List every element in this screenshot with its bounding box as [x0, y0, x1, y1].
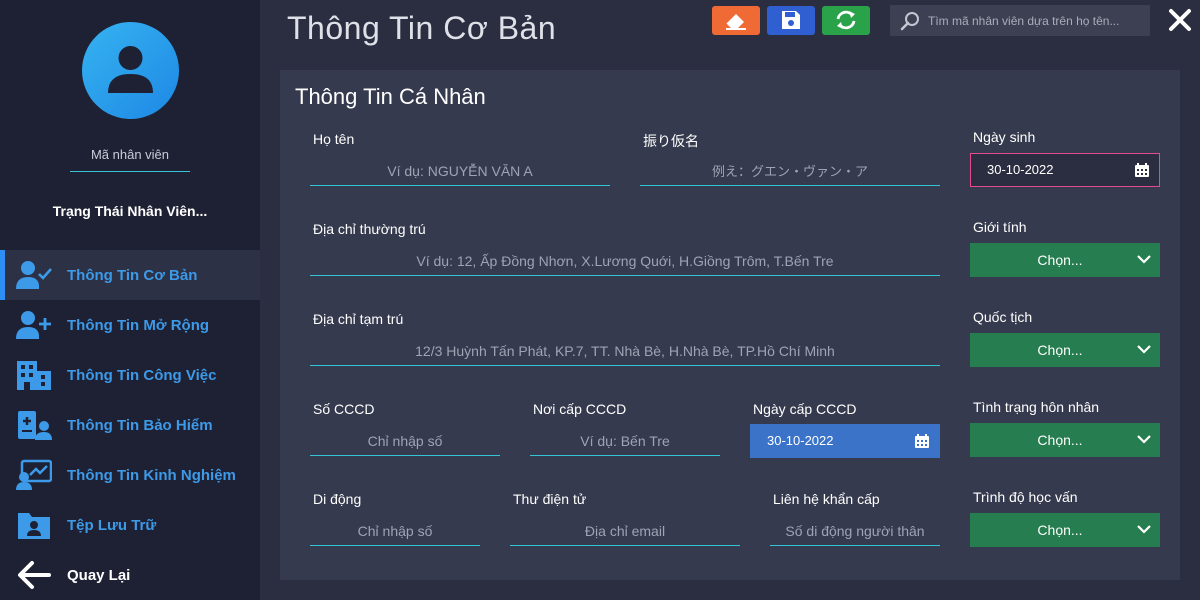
refresh-button[interactable]	[822, 6, 870, 35]
sidebar-item-file-storage[interactable]: Tệp Lưu Trữ	[0, 500, 260, 550]
education-value: Chọn...	[1037, 522, 1083, 538]
id-number-input[interactable]	[310, 427, 500, 456]
furigana-label: 振り仮名	[643, 133, 699, 149]
marital-status-label: Tình trạng hôn nhân	[973, 399, 1100, 415]
sidebar-item-label: Quay Lại	[67, 566, 131, 584]
birth-date-value: 30-10-2022	[987, 162, 1054, 177]
user-plus-icon	[16, 311, 51, 339]
clear-button[interactable]	[712, 6, 760, 35]
close-icon	[1169, 9, 1191, 31]
gender-select[interactable]: Chọn...	[970, 243, 1160, 277]
folder-user-icon	[18, 513, 50, 539]
marital-status-select[interactable]: Chọn...	[970, 423, 1160, 457]
section-title: Thông Tin Cá Nhân	[295, 84, 486, 109]
id-place-input[interactable]	[530, 427, 720, 456]
sidebar-item-experience-info[interactable]: Thông Tin Kinh Nghiệm	[0, 450, 260, 500]
sidebar-item-basic-info[interactable]: Thông Tin Cơ Bản	[0, 250, 260, 300]
building-icon	[17, 361, 51, 390]
insurance-icon	[18, 411, 52, 440]
gender-label: Giới tính	[973, 219, 1027, 235]
eraser-icon	[726, 14, 746, 30]
employee-status: Trạng Thái Nhân Viên...	[52, 203, 208, 219]
mobile-label: Di động	[313, 491, 362, 507]
mobile-input[interactable]	[310, 517, 480, 546]
refresh-icon	[836, 10, 856, 30]
id-date-value: 30-10-2022	[767, 433, 834, 448]
id-place-label: Nơi cấp CCCD	[533, 401, 627, 417]
calendar-icon[interactable]	[1134, 162, 1150, 178]
avatar[interactable]	[82, 22, 179, 119]
permanent-address-label: Địa chỉ thường trú	[313, 221, 426, 237]
sidebar-item-job-info[interactable]: Thông Tin Công Việc	[0, 350, 260, 400]
sidebar: Mã nhân viên Trạng Thái Nhân Viên... Thô…	[0, 0, 260, 600]
sidebar-item-label: Thông Tin Cơ Bản	[67, 266, 198, 284]
user-check-icon	[16, 261, 52, 289]
id-date-label: Ngày cấp CCCD	[753, 401, 857, 417]
nationality-select[interactable]: Chọn...	[970, 333, 1160, 367]
education-select[interactable]: Chọn...	[970, 513, 1160, 547]
sidebar-item-label: Thông Tin Bảo Hiểm	[67, 416, 213, 434]
marital-status-value: Chọn...	[1037, 432, 1083, 448]
id-number-label: Số CCCD	[313, 401, 375, 417]
furigana-input[interactable]	[640, 157, 940, 186]
floppy-disk-icon	[782, 11, 800, 29]
close-button[interactable]	[1167, 7, 1193, 33]
sidebar-item-label: Thông Tin Mở Rộng	[67, 316, 210, 334]
gender-value: Chọn...	[1037, 252, 1083, 268]
nationality-label: Quốc tịch	[973, 309, 1033, 325]
id-date-picker[interactable]: 30-10-2022	[750, 424, 940, 458]
permanent-address-input[interactable]	[310, 247, 940, 276]
birth-date-label: Ngày sinh	[973, 129, 1036, 145]
search-box	[890, 5, 1150, 36]
sidebar-item-extended-info[interactable]: Thông Tin Mở Rộng	[0, 300, 260, 350]
arrow-left-icon	[18, 561, 51, 589]
emergency-contact-input[interactable]	[770, 517, 940, 546]
chevron-down-icon	[1137, 345, 1151, 354]
employee-id-field[interactable]: Mã nhân viên	[70, 147, 190, 172]
search-input[interactable]	[928, 5, 1146, 36]
chevron-down-icon	[1137, 255, 1151, 264]
email-input[interactable]	[510, 517, 740, 546]
temporary-address-input[interactable]	[310, 337, 940, 366]
full-name-input[interactable]	[310, 157, 610, 186]
education-label: Trình độ học vấn	[973, 489, 1078, 505]
back-button[interactable]: Quay Lại	[0, 550, 260, 600]
chevron-down-icon	[1137, 525, 1151, 534]
calendar-icon[interactable]	[914, 433, 930, 449]
user-icon	[108, 46, 153, 93]
temporary-address-label: Địa chỉ tạm trú	[313, 311, 404, 327]
chart-user-icon	[16, 459, 52, 490]
email-label: Thư điện tử	[513, 491, 587, 507]
birth-date-picker[interactable]: 30-10-2022	[970, 153, 1160, 187]
personal-info-panel: Thông Tin Cá Nhân Họ tên 振り仮名 Địa chỉ th…	[280, 70, 1180, 580]
sidebar-item-label: Thông Tin Kinh Nghiệm	[67, 466, 236, 484]
chevron-down-icon	[1137, 435, 1151, 444]
sidebar-nav: Thông Tin Cơ Bản Thông Tin Mở Rộng Thông…	[0, 250, 260, 600]
sidebar-item-insurance-info[interactable]: Thông Tin Bảo Hiểm	[0, 400, 260, 450]
nationality-value: Chọn...	[1037, 342, 1083, 358]
save-button[interactable]	[767, 6, 815, 35]
search-icon	[900, 12, 919, 31]
full-name-label: Họ tên	[313, 131, 355, 147]
page-title: Thông Tin Cơ Bản	[287, 10, 557, 46]
sidebar-item-label: Thông Tin Công Việc	[67, 366, 217, 384]
sidebar-item-label: Tệp Lưu Trữ	[67, 516, 157, 534]
emergency-contact-label: Liên hệ khẩn cấp	[773, 491, 880, 507]
